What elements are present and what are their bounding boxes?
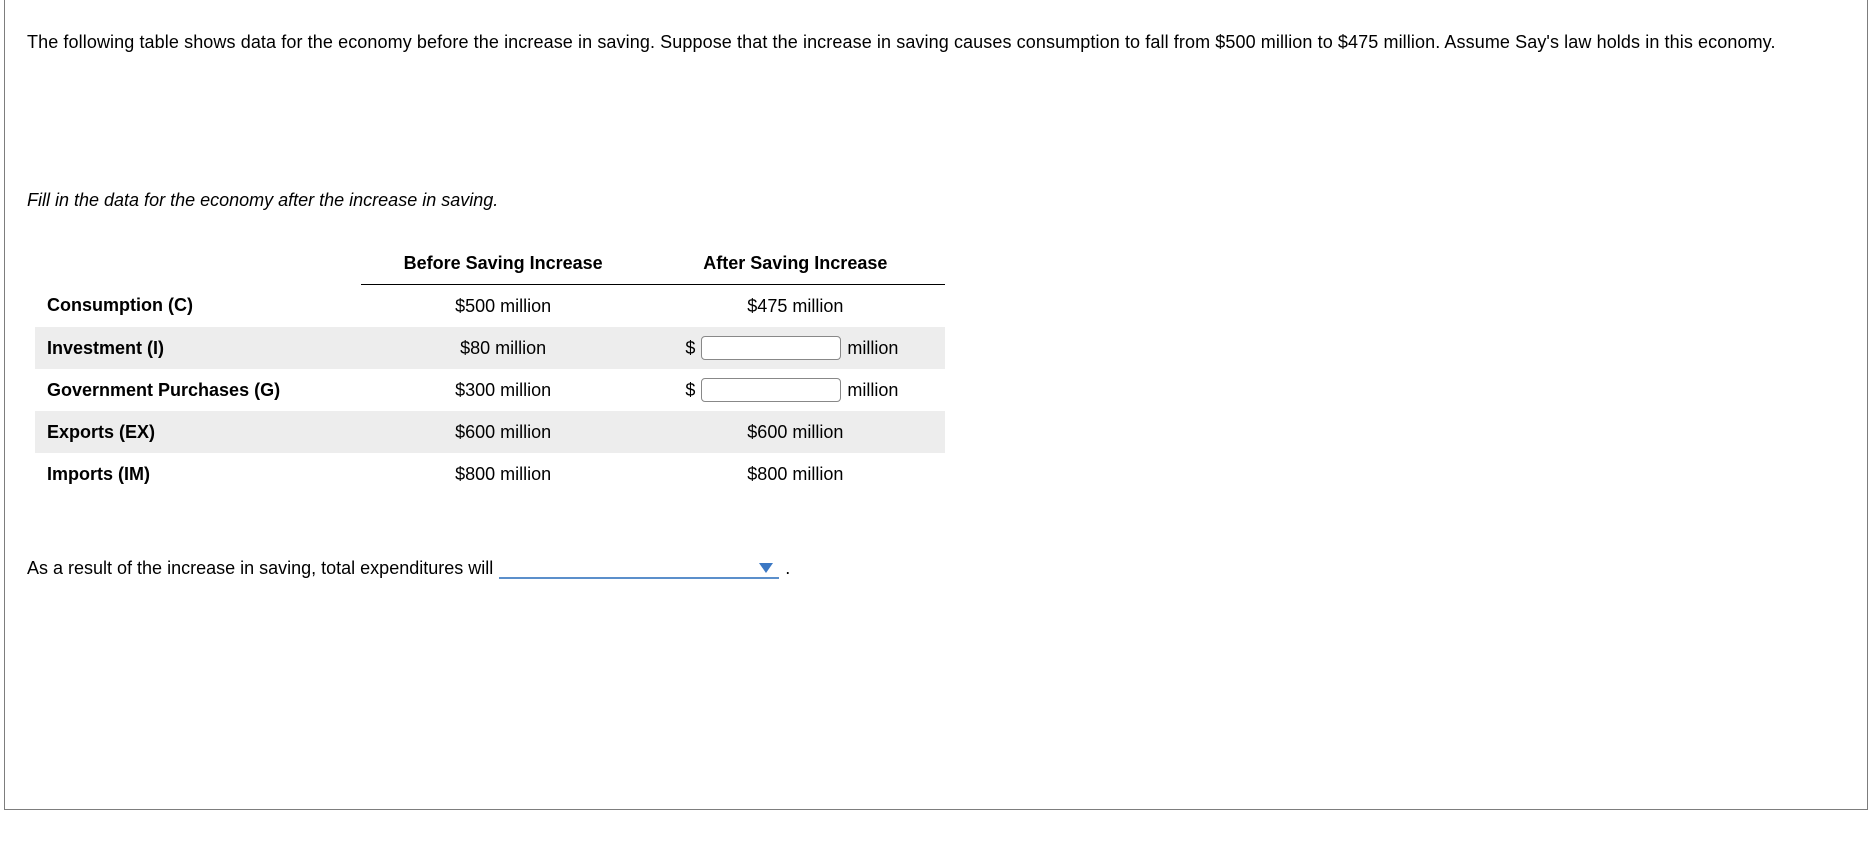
row-before-value: $800 million	[361, 453, 646, 495]
question-panel: The following table shows data for the e…	[4, 0, 1868, 810]
row-label: Government Purchases (G)	[35, 369, 361, 411]
row-label: Exports (EX)	[35, 411, 361, 453]
row-after-value: $600 million	[646, 411, 945, 453]
table-row: Imports (IM) $800 million $800 million	[35, 453, 945, 495]
table-header-after: After Saving Increase	[646, 247, 945, 285]
unit-label: million	[847, 338, 909, 359]
chevron-down-icon	[759, 563, 773, 573]
closing-lead-text: As a result of the increase in saving, t…	[27, 558, 493, 579]
expenditures-dropdown[interactable]	[499, 555, 779, 579]
closing-sentence: As a result of the increase in saving, t…	[27, 555, 1845, 579]
row-label: Consumption (C)	[35, 285, 361, 328]
government-purchases-input[interactable]	[701, 378, 841, 402]
row-after-input-cell: $ million	[646, 327, 945, 369]
table-header-before: Before Saving Increase	[361, 247, 646, 285]
currency-symbol: $	[681, 338, 695, 359]
intro-text: The following table shows data for the e…	[27, 24, 1845, 60]
currency-symbol: $	[681, 380, 695, 401]
table-row: Exports (EX) $600 million $600 million	[35, 411, 945, 453]
table-row: Government Purchases (G) $300 million $ …	[35, 369, 945, 411]
unit-label: million	[847, 380, 909, 401]
row-label: Imports (IM)	[35, 453, 361, 495]
row-before-value: $80 million	[361, 327, 646, 369]
row-before-value: $500 million	[361, 285, 646, 328]
instruction-text: Fill in the data for the economy after t…	[27, 190, 1845, 211]
row-before-value: $600 million	[361, 411, 646, 453]
closing-period: .	[785, 558, 790, 579]
row-after-value: $475 million	[646, 285, 945, 328]
economy-data-table: Before Saving Increase After Saving Incr…	[35, 247, 945, 495]
table-row: Consumption (C) $500 million $475 millio…	[35, 285, 945, 328]
row-label: Investment (I)	[35, 327, 361, 369]
table-row: Investment (I) $80 million $ million	[35, 327, 945, 369]
table-header-blank	[35, 247, 361, 285]
row-before-value: $300 million	[361, 369, 646, 411]
investment-input[interactable]	[701, 336, 841, 360]
row-after-input-cell: $ million	[646, 369, 945, 411]
row-after-value: $800 million	[646, 453, 945, 495]
